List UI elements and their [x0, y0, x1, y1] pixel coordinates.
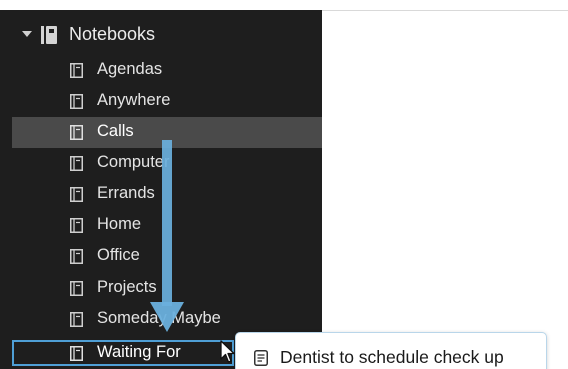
- notebook-icon: [70, 63, 83, 78]
- notebook-icon: [70, 187, 83, 202]
- sidebar-item-label: Anywhere: [97, 91, 171, 109]
- window-top-strip: [0, 0, 322, 10]
- mouse-pointer-icon: [220, 340, 235, 363]
- sidebar-item-label: Projects: [97, 278, 157, 296]
- sidebar-item-label: Computer: [97, 153, 170, 171]
- sidebar-item-label: Office: [97, 246, 140, 264]
- sidebar-item-agendas[interactable]: Agendas: [12, 55, 322, 86]
- sidebar-item-label: Agendas: [97, 60, 163, 78]
- notebook-stack-icon: [41, 26, 57, 44]
- notebook-icon: [70, 156, 83, 171]
- notebook-icon: [70, 249, 83, 264]
- sidebar-item-label: Errands: [97, 184, 155, 202]
- app-window: Notebooks Agendas Anywhere Calls Compute…: [0, 0, 568, 369]
- notebook-icon: [70, 125, 83, 140]
- dragged-note-card[interactable]: Dentist to schedule check up: [235, 332, 547, 369]
- note-list-pane: [322, 10, 568, 369]
- drag-direction-arrow-shaft: [162, 140, 172, 306]
- note-icon: [254, 350, 268, 366]
- notebook-icon: [70, 346, 83, 361]
- notebook-icon: [70, 281, 83, 296]
- notebook-icon: [70, 94, 83, 109]
- notebooks-section-label: Notebooks: [69, 24, 156, 44]
- disclosure-triangle-icon[interactable]: [22, 31, 32, 37]
- sidebar-item-label: Home: [97, 215, 142, 233]
- sidebar-item-waiting-for[interactable]: Waiting For: [12, 340, 234, 366]
- notebook-icon: [70, 218, 83, 233]
- notebooks-section-header[interactable]: Notebooks: [0, 19, 322, 50]
- notebook-icon: [70, 312, 83, 327]
- dragged-note-title: Dentist to schedule check up: [280, 347, 504, 367]
- sidebar: Notebooks Agendas Anywhere Calls Compute…: [0, 0, 322, 369]
- drag-direction-arrowhead: [150, 302, 184, 332]
- sidebar-item-label: Waiting For: [97, 343, 181, 361]
- sidebar-item-label: Calls: [97, 122, 134, 140]
- sidebar-item-anywhere[interactable]: Anywhere: [12, 86, 322, 117]
